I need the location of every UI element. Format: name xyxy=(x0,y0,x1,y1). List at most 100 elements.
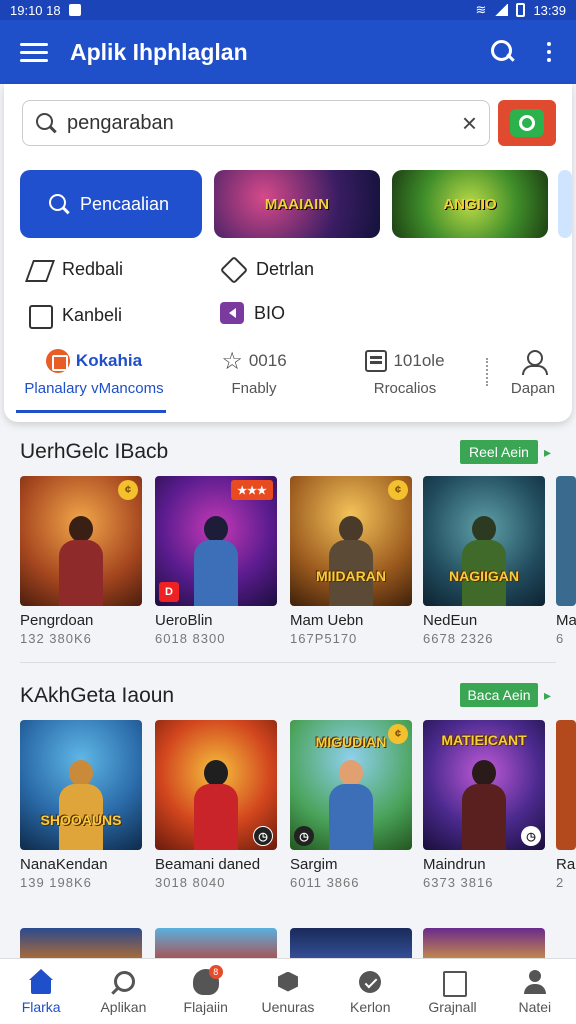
nav-label: Kerlon xyxy=(350,998,391,1015)
game-art-title: SHOOAUNS xyxy=(40,812,122,828)
game-thumbnail: ¢ MIIDARAN xyxy=(290,476,412,606)
coin-badge-icon: ¢ xyxy=(118,480,138,500)
nav-grajnall[interactable]: Grajnall xyxy=(411,959,493,1024)
status-clock: 13:39 xyxy=(533,2,566,18)
game-meta: 6011 3866 xyxy=(290,875,360,890)
quick-link[interactable]: Detrlan xyxy=(220,256,314,282)
search-go-button[interactable] xyxy=(498,100,556,146)
game-card[interactable]: ◷ Beamani daned 3018 8040 xyxy=(155,720,277,890)
promo-banner[interactable]: ANGIIO xyxy=(392,170,548,238)
game-card[interactable]: SHOOAUNS NanaKendan 139 198K6 xyxy=(20,720,142,890)
nav-aplikan[interactable]: Aplikan xyxy=(82,959,164,1024)
game-thumbnail xyxy=(556,720,576,850)
tab-label: Rrocalios xyxy=(373,380,437,397)
game-meta: 3018 8040 xyxy=(155,875,226,890)
box-icon xyxy=(275,969,301,995)
banner-title: MAAIAIN xyxy=(264,195,330,213)
game-art-title: MIIDARAN xyxy=(316,568,386,584)
frame-icon xyxy=(440,969,467,997)
see-more-button[interactable]: Reel Aein xyxy=(460,440,538,464)
paper-plane-icon xyxy=(26,256,52,282)
game-thumbnail: MATIEICANT ◷ xyxy=(423,720,545,850)
tab-label: Dapan xyxy=(510,380,556,397)
clock-badge-icon: ◷ xyxy=(521,826,541,846)
search-input-value[interactable]: pengaraban xyxy=(67,112,462,135)
category-tabs: Kokahia Planalary vMancoms ☆ 0016 Fnably … xyxy=(4,346,572,414)
user-icon xyxy=(522,969,548,995)
document-icon xyxy=(365,350,388,372)
game-meta: 167P5170 xyxy=(290,631,358,646)
tab-fnably[interactable]: ☆ 0016 Fnably xyxy=(204,346,304,414)
promo-banner[interactable]: MAAIAIN xyxy=(214,170,380,238)
search-input[interactable]: pengaraban × xyxy=(22,100,490,146)
quick-link-label: Detrlan xyxy=(256,258,315,279)
tab-title: 0016 xyxy=(248,351,287,370)
status-time: 19:10 18 xyxy=(10,2,61,18)
search-icon[interactable] xyxy=(482,32,522,72)
notification-icon xyxy=(68,4,81,16)
game-thumbnail: ◷ xyxy=(155,720,277,850)
game-thumbnail: SHOOAUNS xyxy=(20,720,142,850)
tab-kokahia[interactable]: Kokahia Planalary vMancoms xyxy=(14,346,174,414)
game-card-partial[interactable]: Ra 2 xyxy=(556,720,576,890)
game-name: Beamani daned xyxy=(155,856,261,873)
tab-dapan[interactable]: Dapan xyxy=(498,346,568,414)
rating-badge-icon: ★★★ xyxy=(231,480,273,500)
fire-icon: 8 xyxy=(192,964,223,995)
search-sheet: pengaraban × Pencaalian MAAIAIN ANGIIO R… xyxy=(4,84,572,422)
notification-badge: 8 xyxy=(208,964,223,979)
video-icon xyxy=(220,302,244,324)
go-icon xyxy=(510,109,544,137)
game-art-title: MATIEICANT xyxy=(441,732,527,748)
nav-label: Flarka xyxy=(21,998,61,1015)
nav-flajaiin[interactable]: 8 Flajaiin xyxy=(165,959,247,1024)
game-name: UeroBlin xyxy=(155,612,213,629)
nav-uenuras[interactable]: Uenuras xyxy=(247,959,329,1024)
nav-natei[interactable]: Natei xyxy=(494,959,576,1024)
game-card[interactable]: ¢ ◷ MIGUDIAN Sargim 6011 3866 xyxy=(290,720,412,890)
tab-rrocalios[interactable]: 101ole Rrocalios xyxy=(350,346,460,414)
wifi-icon: ≋ xyxy=(475,2,487,17)
app-title: Aplik Ihphlaglan xyxy=(70,38,248,65)
search-chip-button[interactable]: Pencaalian xyxy=(20,170,202,238)
game-thumbnail xyxy=(556,476,576,606)
banner-title: ANGIIO xyxy=(443,195,497,213)
quick-link[interactable]: Redbali xyxy=(26,256,123,282)
nav-home[interactable]: Flarka xyxy=(0,959,82,1024)
game-name: NedEun xyxy=(423,612,478,629)
game-card[interactable]: MATIEICANT ◷ Maindrun 6373 3816 xyxy=(423,720,545,890)
section-title: KAkhGeta Iaoun xyxy=(20,684,175,707)
search-chip-label: Pencaalian xyxy=(80,193,170,214)
game-thumbnail: ★★★ D xyxy=(155,476,277,606)
tab-title: 101ole xyxy=(393,351,445,370)
game-name: Pengrdoan xyxy=(20,612,94,629)
quick-link[interactable]: Kanbeli xyxy=(26,302,122,329)
game-card-partial[interactable]: Ma 6 xyxy=(556,476,576,646)
hamburger-menu-icon[interactable] xyxy=(14,32,54,72)
nav-kerlon[interactable]: Kerlon xyxy=(329,959,411,1024)
game-name: Mam Uebn xyxy=(290,612,364,629)
tab-label: Planalary vMancoms xyxy=(24,380,164,397)
nav-label: Uenuras xyxy=(261,998,315,1015)
see-more-button[interactable]: Baca Aein xyxy=(460,683,538,707)
game-card[interactable]: NAGIIGAN NedEun 6678 2326 xyxy=(423,476,545,646)
clear-icon[interactable]: × xyxy=(462,110,477,136)
home-icon xyxy=(28,968,54,995)
game-meta: 132 380K6 xyxy=(20,631,92,646)
game-meta: 2 xyxy=(556,875,565,890)
promo-banner-partial[interactable] xyxy=(558,170,572,238)
status-bar: 19:10 18 ≋ 13:39 xyxy=(0,0,576,20)
more-options-icon[interactable] xyxy=(534,32,564,72)
active-tab-indicator xyxy=(16,410,166,413)
game-card[interactable]: ★★★ D UeroBlin 6018 8300 xyxy=(155,476,277,646)
game-card[interactable]: ¢ Pengrdoan 132 380K6 xyxy=(20,476,142,646)
clock-badge-icon: ◷ xyxy=(294,826,314,846)
clock-badge-icon: ◷ xyxy=(253,826,273,846)
tab-title: Kokahia xyxy=(75,351,143,370)
quick-link-label: Redbali xyxy=(62,258,124,279)
game-card[interactable]: ¢ MIIDARAN Mam Uebn 167P5170 xyxy=(290,476,412,646)
quick-link[interactable]: BIO xyxy=(220,302,285,324)
chevron-right-icon: ▸ xyxy=(544,687,552,703)
game-meta: 6 xyxy=(556,631,565,646)
tag-icon xyxy=(220,256,246,282)
